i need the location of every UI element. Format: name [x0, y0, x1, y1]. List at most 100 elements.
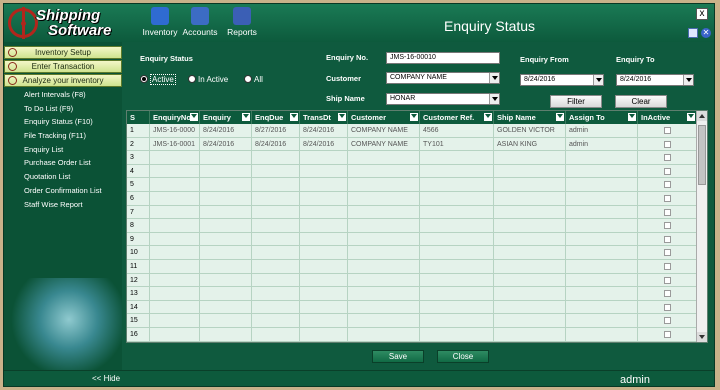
column-header-customer[interactable]: Customer: [348, 111, 420, 124]
inactive-checkbox[interactable]: [664, 140, 671, 148]
table-row[interactable]: 12: [127, 273, 697, 288]
hide-sidebar-link[interactable]: << Hide: [92, 374, 120, 383]
table-row[interactable]: 4: [127, 164, 697, 179]
sidebar-item-order-confirmation-list[interactable]: Order Confirmation List: [4, 184, 122, 198]
table-row[interactable]: 15: [127, 314, 697, 328]
inactive-checkbox[interactable]: [664, 303, 671, 311]
filter-icon[interactable]: [338, 113, 346, 121]
sidebar-item-staff-wise-report[interactable]: Staff Wise Report: [4, 198, 122, 212]
inactive-checkbox[interactable]: [664, 235, 671, 243]
toolbar-inventory-button[interactable]: Inventory: [140, 7, 180, 41]
table-row[interactable]: 13: [127, 287, 697, 301]
filter-icon[interactable]: [484, 113, 492, 121]
grid-scrollbar[interactable]: [696, 111, 707, 342]
enquiry-from-date[interactable]: 8/24/2016: [520, 74, 604, 86]
column-header-inactive[interactable]: InActive: [638, 111, 697, 124]
table-row[interactable]: 3: [127, 151, 697, 165]
clear-button[interactable]: Clear: [615, 95, 667, 108]
sidebar-item-purchase-order-list[interactable]: Purchase Order List: [4, 156, 122, 170]
inactive-checkbox[interactable]: [664, 290, 671, 298]
radio-indicator: [188, 75, 196, 83]
ship-name-select[interactable]: HONAR: [386, 93, 500, 105]
sidebar-button-enter-transaction[interactable]: Enter Transaction: [4, 60, 122, 73]
filter-icon[interactable]: [242, 113, 250, 121]
table-cell: [566, 232, 638, 246]
column-header-customer-ref[interactable]: Customer Ref.: [420, 111, 494, 124]
filter-icon[interactable]: [190, 113, 198, 121]
close-button[interactable]: Close: [437, 350, 489, 363]
radio-active[interactable]: Active: [140, 74, 176, 85]
toolbar-accounts-button[interactable]: Accounts: [180, 7, 220, 41]
column-header-label: Enquiry: [203, 113, 231, 122]
customer-select[interactable]: COMPANY NAME: [386, 72, 500, 84]
table-row[interactable]: 7: [127, 205, 697, 220]
filter-button[interactable]: Filter: [550, 95, 602, 108]
radio-indicator: [244, 75, 252, 83]
table-row[interactable]: 8: [127, 219, 697, 233]
inactive-checkbox[interactable]: [664, 181, 671, 189]
enquiry-to-date[interactable]: 8/24/2016: [616, 74, 694, 86]
column-header-assign-to[interactable]: Assign To: [566, 111, 638, 124]
sidebar-item-to-do-list[interactable]: To Do List (F9): [4, 102, 122, 116]
column-header-enquiry[interactable]: Enquiry: [200, 111, 252, 124]
inactive-checkbox[interactable]: [664, 167, 671, 175]
radio-all[interactable]: All: [244, 75, 263, 84]
table-cell: 1: [127, 124, 150, 137]
calendar-dropdown-icon[interactable]: [683, 75, 693, 85]
filter-icon[interactable]: [687, 113, 695, 121]
column-header-trans-dt[interactable]: TransDt: [300, 111, 348, 124]
sidebar-item-enquiry-status[interactable]: Enquiry Status (F10): [4, 115, 122, 129]
window-close-button[interactable]: x: [696, 8, 708, 20]
chevron-down-icon[interactable]: [489, 73, 499, 83]
inactive-checkbox[interactable]: [664, 331, 671, 338]
table-row[interactable]: 1 JMS-16-0000 8/24/2016 8/27/2016 8/24/2016 C…: [127, 124, 697, 138]
column-header-enq-due[interactable]: EnqDue: [252, 111, 300, 124]
column-header-ship-name[interactable]: Ship Name: [494, 111, 566, 124]
radio-inactive[interactable]: In Active: [188, 75, 228, 84]
table-row[interactable]: 11: [127, 260, 697, 274]
table-cell: [252, 300, 300, 314]
scroll-thumb[interactable]: [698, 125, 706, 185]
calendar-dropdown-icon[interactable]: [593, 75, 603, 85]
table-cell: [494, 164, 566, 178]
filter-icon[interactable]: [410, 113, 418, 121]
inactive-checkbox[interactable]: [664, 222, 671, 230]
info-icon[interactable]: ✕: [701, 28, 711, 38]
inactive-checkbox[interactable]: [664, 249, 671, 257]
sidebar-button-inventory-setup[interactable]: Inventory Setup: [4, 46, 122, 59]
inactive-checkbox[interactable]: [664, 154, 671, 162]
table-row[interactable]: 6: [127, 192, 697, 206]
table-row[interactable]: 16: [127, 328, 697, 342]
inactive-checkbox[interactable]: [664, 127, 671, 134]
sidebar-item-alert-intervals[interactable]: Alert Intervals (F8): [4, 88, 122, 102]
table-cell: 8/27/2016: [252, 124, 300, 137]
filter-icon[interactable]: [290, 113, 298, 121]
table-cell: 4: [127, 164, 150, 178]
table-row[interactable]: 9: [127, 232, 697, 247]
inactive-checkbox[interactable]: [664, 263, 671, 270]
table-row[interactable]: 14: [127, 300, 697, 315]
table-row[interactable]: 10: [127, 246, 697, 260]
column-header-s[interactable]: S: [127, 111, 150, 124]
save-button[interactable]: Save: [372, 350, 424, 363]
inactive-checkbox[interactable]: [664, 208, 671, 216]
sidebar-item-quotation-list[interactable]: Quotation List: [4, 170, 122, 184]
toolbar-reports-button[interactable]: Reports: [222, 7, 262, 41]
inactive-checkbox[interactable]: [664, 276, 671, 284]
help-icon[interactable]: [688, 28, 698, 38]
table-row[interactable]: 5: [127, 178, 697, 192]
inactive-checkbox[interactable]: [664, 195, 671, 202]
scroll-down-icon[interactable]: [697, 332, 707, 342]
table-cell: [348, 328, 420, 341]
enquiry-no-input[interactable]: JMS-16-00010: [386, 52, 500, 64]
sidebar-button-analyze-inventory[interactable]: Analyze your inventory: [4, 74, 122, 87]
column-header-enquiry-no[interactable]: EnquiryNo: [150, 111, 200, 124]
table-row[interactable]: 2 JMS-16-0001 8/24/2016 8/24/2016 8/24/2016 C…: [127, 137, 697, 152]
scroll-up-icon[interactable]: [697, 111, 707, 121]
filter-icon[interactable]: [628, 113, 636, 121]
filter-icon[interactable]: [556, 113, 564, 121]
inactive-checkbox[interactable]: [664, 317, 671, 325]
chevron-down-icon[interactable]: [489, 94, 499, 104]
sidebar-item-enquiry-list[interactable]: Enquiry List: [4, 143, 122, 157]
sidebar-item-file-tracking[interactable]: File Tracking (F11): [4, 129, 122, 143]
